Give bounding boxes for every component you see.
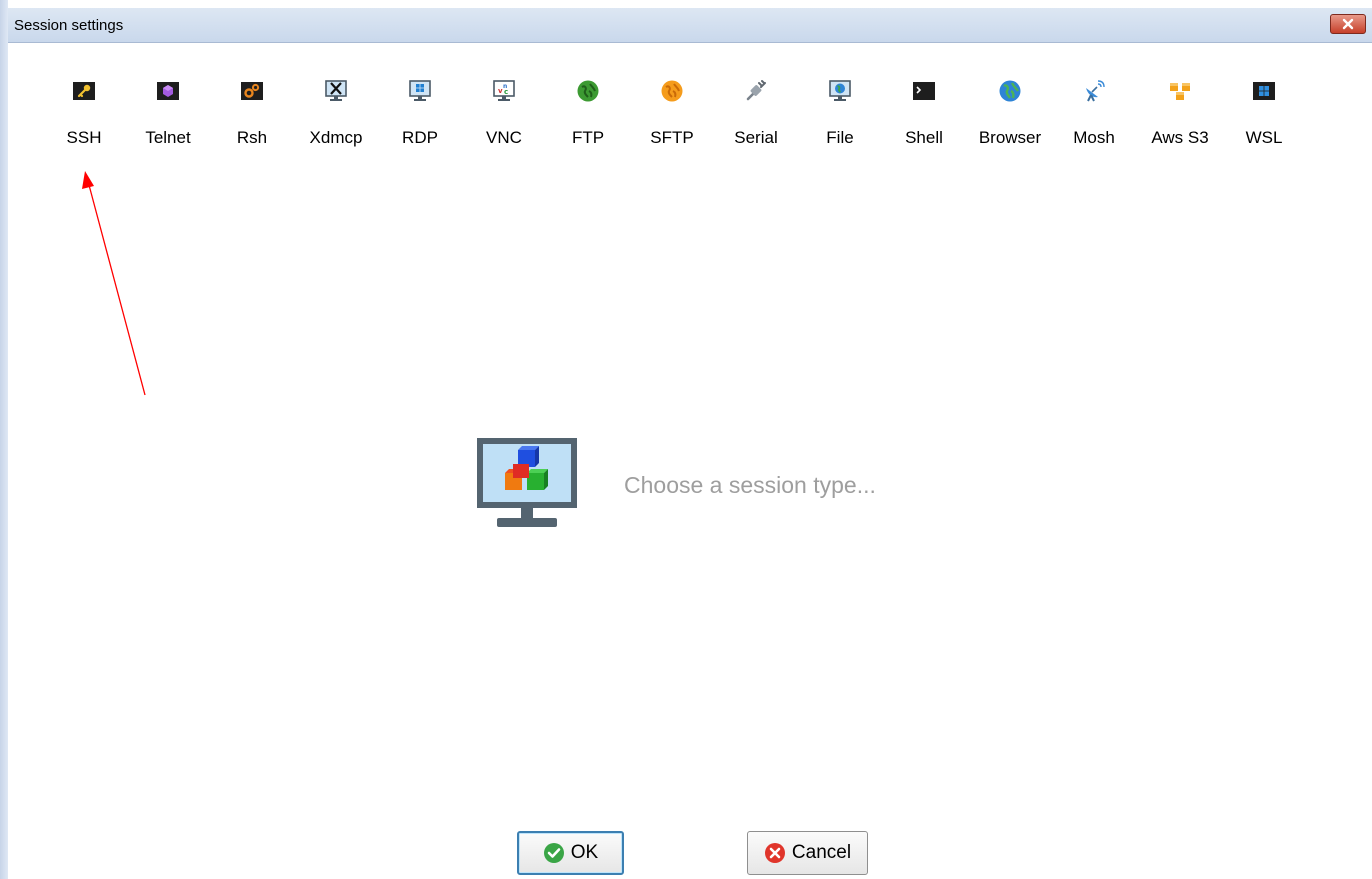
session-type-ftp[interactable]: FTP	[548, 79, 628, 151]
cancel-button[interactable]: Cancel	[747, 831, 868, 875]
session-type-serial[interactable]: Serial	[716, 79, 796, 151]
orange-globe-icon	[660, 79, 684, 103]
satellite-dish-icon	[1082, 79, 1106, 103]
session-type-browser[interactable]: Browser	[970, 79, 1050, 151]
close-icon	[1342, 18, 1354, 30]
session-types-monitor-icon	[475, 436, 579, 532]
session-type-label: Aws S3	[1151, 128, 1209, 147]
session-type-label: Shell	[905, 128, 943, 147]
session-type-wsl[interactable]: WSL	[1224, 79, 1304, 151]
session-type-rdp[interactable]: RDP	[380, 79, 460, 151]
green-globe-icon	[576, 79, 600, 103]
session-type-label: FTP	[571, 128, 605, 147]
session-type-label: RDP	[402, 128, 438, 147]
session-type-sftp[interactable]: SFTP	[632, 79, 712, 151]
session-type-mosh[interactable]: Mosh	[1054, 79, 1134, 151]
session-type-label: Rsh	[236, 128, 268, 147]
session-type-label: VNC	[486, 128, 522, 147]
close-button[interactable]	[1330, 14, 1366, 34]
window-left-border	[0, 0, 8, 879]
annotation-arrow	[82, 171, 146, 396]
session-type-rsh[interactable]: Rsh	[212, 79, 292, 151]
terminal-icon	[912, 79, 936, 103]
windows-monitor-icon	[408, 79, 432, 103]
window-title: Session settings	[14, 17, 124, 34]
session-settings-panel: SSH Telnet Rsh Xdmcp RDP v n c VNC FTP S…	[8, 43, 1372, 879]
session-type-ssh[interactable]: SSH	[44, 79, 124, 151]
session-type-label: Telnet	[145, 128, 191, 147]
x-circle-icon	[764, 842, 786, 864]
globe-icon	[998, 79, 1022, 103]
session-type-aws-s3[interactable]: Aws S3	[1140, 79, 1220, 151]
session-type-label: Serial	[734, 128, 778, 147]
session-type-xdmcp[interactable]: Xdmcp	[296, 79, 376, 151]
x-monitor-icon	[324, 79, 348, 103]
plug-icon	[744, 79, 768, 103]
session-type-telnet[interactable]: Telnet	[128, 79, 208, 151]
windows-logo-icon	[1252, 79, 1276, 103]
session-type-toolbar: SSH Telnet Rsh Xdmcp RDP v n c VNC FTP S…	[8, 43, 1372, 163]
gears-icon	[240, 79, 264, 103]
svg-text:c: c	[504, 88, 508, 96]
purple-gem-icon	[156, 79, 180, 103]
choose-session-hint: Choose a session type...	[624, 472, 876, 498]
check-circle-icon	[543, 842, 565, 864]
session-type-label: Mosh	[1073, 128, 1115, 147]
session-type-label: WSL	[1245, 128, 1283, 147]
session-type-label: SFTP	[650, 128, 694, 147]
title-bar: Session settings	[8, 8, 1372, 43]
cubes-icon	[1168, 79, 1192, 103]
session-type-label: File	[826, 128, 854, 147]
session-type-vnc[interactable]: vnc VNC	[464, 79, 544, 151]
session-type-label: SSH	[66, 128, 102, 147]
globe-monitor-icon	[828, 79, 852, 103]
session-type-label: Browser	[978, 128, 1042, 147]
session-type-label: Xdmcp	[309, 128, 363, 147]
vnc-monitor-icon: vnc	[492, 79, 516, 103]
ok-button[interactable]: OK	[517, 831, 624, 875]
cancel-label: Cancel	[791, 842, 852, 863]
key-icon	[72, 79, 96, 103]
session-type-shell[interactable]: Shell	[884, 79, 964, 151]
session-type-file[interactable]: File	[800, 79, 880, 151]
ok-label: OK	[570, 842, 599, 863]
